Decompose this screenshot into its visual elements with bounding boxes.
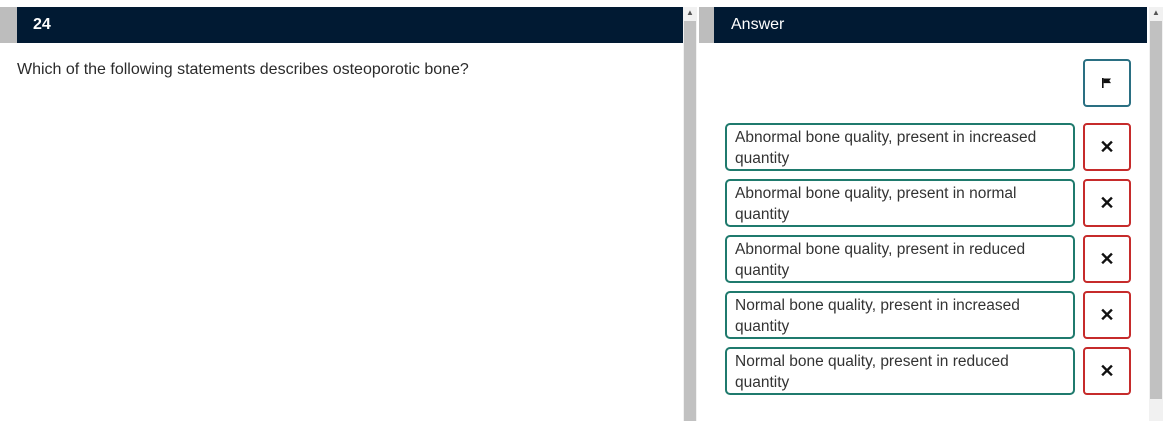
answer-option-label: Normal bone quality, present in reduced … (735, 353, 1009, 391)
remove-option-1-button[interactable]: ✕ (1083, 123, 1131, 171)
answer-option-label: Abnormal bone quality, present in increa… (735, 129, 1037, 167)
remove-option-4-button[interactable]: ✕ (1083, 291, 1131, 339)
answer-scrollbar[interactable]: ▲ (1149, 7, 1163, 421)
answer-option-label: Abnormal bone quality, present in normal… (735, 185, 1017, 223)
close-icon: ✕ (1099, 360, 1115, 381)
close-icon: ✕ (1099, 192, 1115, 213)
answer-header: Answer (714, 7, 1147, 43)
answer-option-4[interactable]: Normal bone quality, present in increase… (725, 291, 1075, 339)
flag-button[interactable] (1083, 59, 1131, 107)
remove-option-5-button[interactable]: ✕ (1083, 347, 1131, 395)
close-icon: ✕ (1099, 136, 1115, 157)
remove-option-3-button[interactable]: ✕ (1083, 235, 1131, 283)
answer-option-label: Abnormal bone quality, present in reduce… (735, 241, 1026, 279)
answer-panel: Answer Abnormal bone quality, present in… (699, 0, 1149, 421)
answer-option-label: Normal bone quality, present in increase… (735, 297, 1020, 335)
question-scroll-thumb[interactable] (684, 21, 696, 421)
question-rail (0, 7, 17, 43)
answer-header-label: Answer (731, 16, 785, 33)
question-panel: 24 Which of the following statements des… (0, 0, 683, 421)
question-header: 24 (17, 7, 683, 43)
scroll-up-arrow-icon[interactable]: ▲ (1149, 7, 1163, 19)
answer-option-2[interactable]: Abnormal bone quality, present in normal… (725, 179, 1075, 227)
remove-option-2-button[interactable]: ✕ (1083, 179, 1131, 227)
question-text: Which of the following statements descri… (17, 61, 469, 78)
close-icon: ✕ (1099, 248, 1115, 269)
close-icon: ✕ (1099, 304, 1115, 325)
answer-scroll-thumb[interactable] (1150, 21, 1162, 399)
answer-option-1[interactable]: Abnormal bone quality, present in increa… (725, 123, 1075, 171)
answer-option-3[interactable]: Abnormal bone quality, present in reduce… (725, 235, 1075, 283)
question-number: 24 (33, 16, 51, 33)
scroll-up-arrow-icon[interactable]: ▲ (683, 7, 697, 19)
flag-icon (1102, 78, 1111, 88)
answer-rail (699, 7, 714, 43)
answer-option-5[interactable]: Normal bone quality, present in reduced … (725, 347, 1075, 395)
question-scrollbar[interactable]: ▲ (683, 7, 697, 421)
